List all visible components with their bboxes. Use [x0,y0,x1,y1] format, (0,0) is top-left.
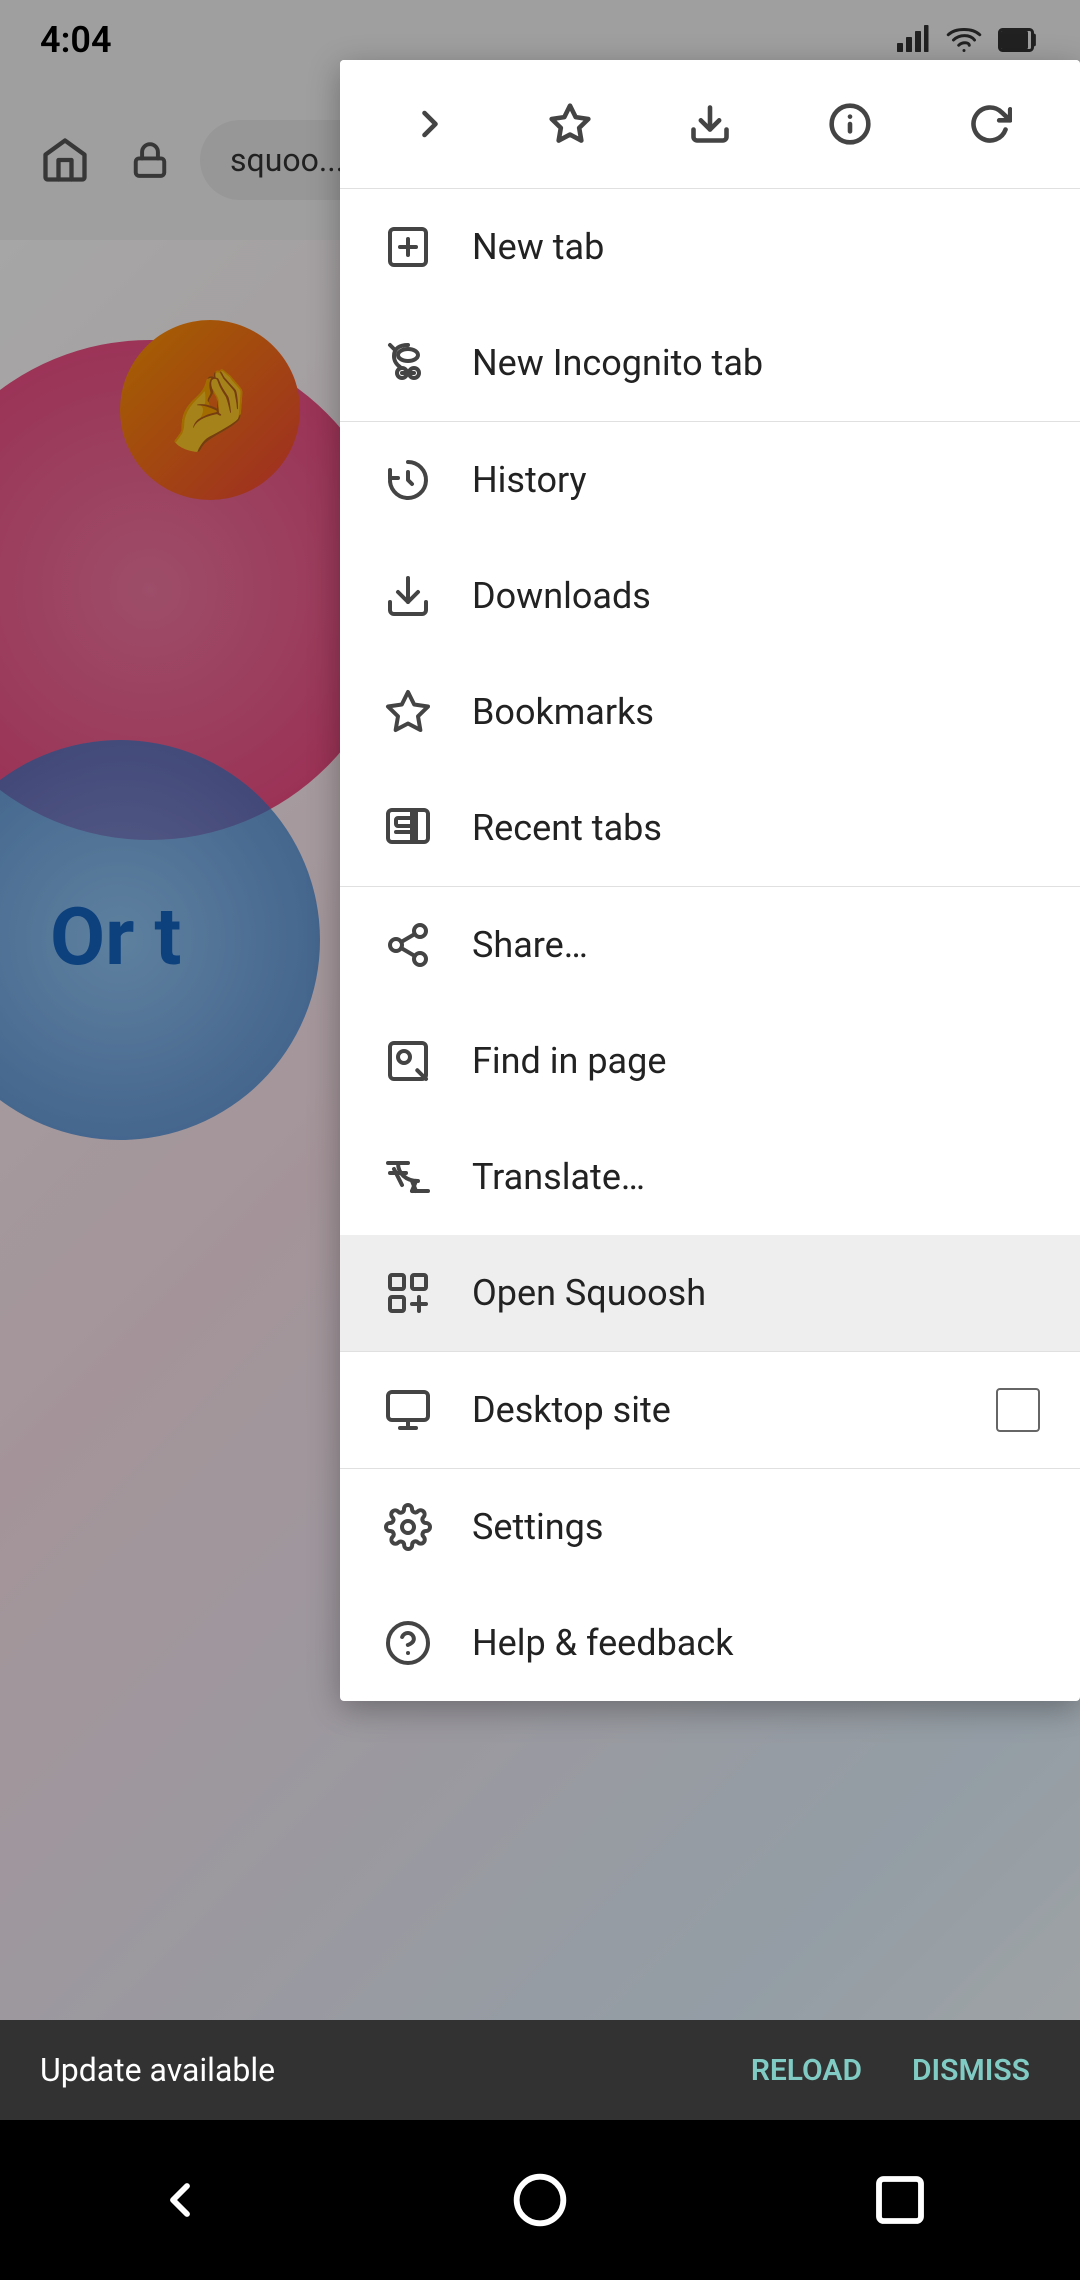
help-feedback-label: Help & feedback [472,1622,1040,1664]
desktop-site-checkbox[interactable] [996,1388,1040,1432]
history-icon [380,452,436,508]
download-button[interactable] [670,84,750,164]
menu-item-bookmarks[interactable]: Bookmarks [340,654,1080,770]
translate-icon [380,1149,436,1205]
settings-label: Settings [472,1506,1040,1548]
menu-item-help-feedback[interactable]: Help & feedback [340,1585,1080,1701]
find-in-page-label: Find in page [472,1040,1040,1082]
settings-icon [380,1499,436,1555]
recents-button[interactable] [850,2150,950,2250]
downloads-icon [380,568,436,624]
update-actions: RELOAD DISMISS [741,2043,1040,2098]
home-button[interactable] [490,2150,590,2250]
bookmarks-icon [380,684,436,740]
update-text: Update available [40,2051,275,2089]
bookmark-button[interactable] [530,84,610,164]
info-button[interactable] [810,84,890,164]
menu-item-downloads[interactable]: Downloads [340,538,1080,654]
menu-item-new-tab[interactable]: New tab [340,189,1080,305]
translate-label: Translate… [472,1156,1040,1198]
menu-item-find-in-page[interactable]: Find in page [340,1003,1080,1119]
open-squoosh-label: Open Squoosh [472,1272,1040,1314]
dropdown-menu: New tab New Incognito tab History [340,60,1080,1701]
history-label: History [472,459,1040,501]
forward-button[interactable] [390,84,470,164]
menu-item-recent-tabs[interactable]: Recent tabs [340,770,1080,886]
refresh-button[interactable] [950,84,1030,164]
reload-button[interactable]: RELOAD [741,2043,872,2098]
bottom-navigation [0,2120,1080,2280]
menu-item-share[interactable]: Share… [340,887,1080,1003]
bookmarks-label: Bookmarks [472,691,1040,733]
incognito-icon [380,335,436,391]
open-squoosh-icon [380,1265,436,1321]
back-button[interactable] [130,2150,230,2250]
new-incognito-tab-label: New Incognito tab [472,342,1040,384]
share-label: Share… [472,924,1040,966]
menu-item-new-incognito-tab[interactable]: New Incognito tab [340,305,1080,421]
new-tab-icon [380,219,436,275]
downloads-label: Downloads [472,575,1040,617]
menu-item-desktop-site[interactable]: Desktop site [340,1352,1080,1468]
recent-tabs-icon [380,800,436,856]
update-banner: Update available RELOAD DISMISS [0,2020,1080,2120]
dismiss-button[interactable]: DISMISS [902,2043,1040,2098]
menu-item-settings[interactable]: Settings [340,1469,1080,1585]
recent-tabs-label: Recent tabs [472,807,1040,849]
find-in-page-icon [380,1033,436,1089]
menu-item-history[interactable]: History [340,422,1080,538]
desktop-site-label: Desktop site [472,1389,960,1431]
share-icon [380,917,436,973]
menu-item-translate[interactable]: Translate… [340,1119,1080,1235]
desktop-site-icon [380,1382,436,1438]
menu-toolbar [340,60,1080,189]
new-tab-label: New tab [472,226,1040,268]
menu-item-open-squoosh[interactable]: Open Squoosh [340,1235,1080,1351]
help-feedback-icon [380,1615,436,1671]
